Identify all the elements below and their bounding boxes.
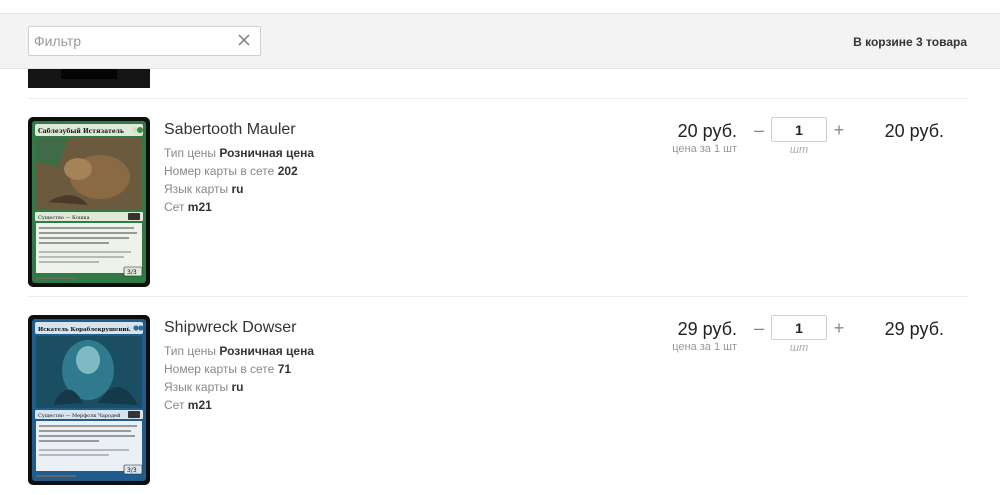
price-type-label: Тип цены: [164, 146, 217, 160]
language-row: Язык карты ru: [164, 182, 243, 196]
quantity-unit: шт: [789, 144, 809, 156]
unit-price-caption: цена за 1 шт: [672, 341, 737, 353]
decrease-quantity-button[interactable]: –: [751, 318, 767, 338]
card-number-value: 71: [277, 362, 292, 376]
unit-price: 20 руб.: [677, 121, 737, 141]
card-number-label: Номер карты в сете: [164, 164, 275, 178]
filter-field[interactable]: [28, 26, 261, 56]
quantity-field[interactable]: [771, 117, 827, 142]
quantity-unit: шт: [789, 342, 809, 354]
price-type-row: Тип цены Розничная цена: [164, 344, 314, 358]
card-image[interactable]: Искатель Кораблекрушений Существо — Мерф…: [28, 315, 150, 485]
set-label: Сет: [164, 398, 185, 412]
quantity-input[interactable]: [772, 118, 826, 141]
cart-summary: В корзине 3 товара: [853, 35, 967, 49]
set-value: m21: [187, 398, 212, 412]
card-number-label: Номер карты в сете: [164, 362, 275, 376]
product-name[interactable]: Sabertooth Mauler: [164, 121, 296, 139]
price-type-label: Тип цены: [164, 344, 217, 358]
card-image[interactable]: Саблезубый Истязатель Существо — Кошка 3…: [28, 117, 150, 287]
product-name[interactable]: Shipwreck Dowser: [164, 319, 296, 337]
card-number-value: 202: [277, 164, 298, 178]
set-row: Сет m21: [164, 200, 212, 214]
increase-quantity-button[interactable]: +: [831, 120, 847, 140]
clear-filter-icon[interactable]: [237, 33, 251, 47]
set-value: m21: [187, 200, 212, 214]
line-total: 20 руб.: [884, 121, 944, 141]
previous-item-card-image: [28, 69, 150, 88]
set-row: Сет m21: [164, 398, 212, 412]
quantity-field[interactable]: [771, 315, 827, 340]
filter-input[interactable]: [29, 27, 229, 55]
card-pt-text: 3/3: [127, 467, 137, 474]
card-type-text: Существо — Кошка: [38, 215, 90, 221]
card-number-row: Номер карты в сете 202: [164, 164, 298, 178]
card-title-text: Саблезубый Истязатель: [38, 128, 124, 135]
top-spacer: [0, 0, 1000, 13]
price-type-value: Розничная цена: [219, 344, 315, 358]
cart-item: Искатель Кораблекрушений Существо — Мерф…: [0, 297, 1000, 485]
filter-bar: В корзине 3 товара: [0, 13, 1000, 69]
card-title-text: Искатель Кораблекрушений: [38, 326, 131, 333]
set-label: Сет: [164, 200, 185, 214]
quantity-input[interactable]: [772, 316, 826, 339]
card-number-row: Номер карты в сете 71: [164, 362, 291, 376]
decrease-quantity-button[interactable]: –: [751, 120, 767, 140]
language-row: Язык карты ru: [164, 380, 243, 394]
card-pt-text: 3/3: [127, 269, 137, 276]
language-value: ru: [231, 182, 244, 196]
increase-quantity-button[interactable]: +: [831, 318, 847, 338]
cart-item: Саблезубый Истязатель Существо — Кошка 3…: [0, 99, 1000, 287]
card-type-text: Существо — Мерфолк Чародей: [38, 412, 121, 419]
language-label: Язык карты: [164, 380, 229, 394]
language-label: Язык карты: [164, 182, 229, 196]
unit-price: 29 руб.: [677, 319, 737, 339]
line-total: 29 руб.: [884, 319, 944, 339]
price-type-row: Тип цены Розничная цена: [164, 146, 314, 160]
language-value: ru: [231, 380, 244, 394]
unit-price-caption: цена за 1 шт: [672, 143, 737, 155]
price-type-value: Розничная цена: [219, 146, 315, 160]
